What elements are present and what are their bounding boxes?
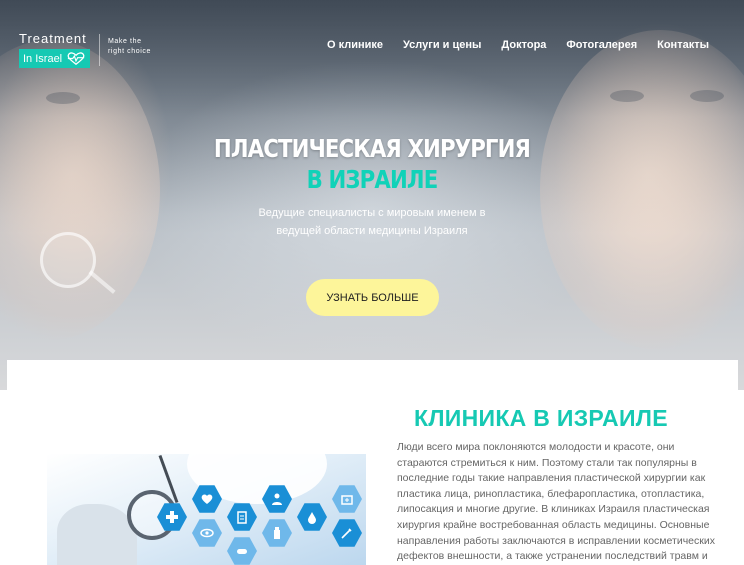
clinic-section-text: Люди всего мира поклоняются молодости и …: [397, 441, 715, 563]
nav-item-contacts[interactable]: Контакты: [657, 39, 709, 51]
hero-overlay: [0, 0, 744, 390]
logo-divider: [99, 34, 100, 66]
bottle-hex-icon: [262, 519, 292, 547]
nav-item-about[interactable]: О клинике: [327, 39, 383, 51]
kit-hex-icon: [332, 485, 362, 513]
site-logo[interactable]: Treatment In Israel Make the right choic…: [19, 31, 150, 68]
clipboard-hex-icon: [227, 503, 257, 531]
logo-top-text: Treatment: [19, 31, 87, 46]
hero-title: ПЛАСТИЧЕСКАЯ ХИРУРГИЯ: [213, 134, 531, 163]
syringe-hex-icon: [332, 519, 362, 547]
medicine-hex-icon: [227, 537, 257, 565]
hero-title-accent: В ИЗРАИЛЕ: [306, 165, 439, 194]
hero-subtitle: Ведущие специалисты с мировым именем в в…: [258, 207, 486, 237]
logo-tagline: Make the right choice: [108, 38, 151, 55]
heart-pulse-icon: [67, 52, 85, 65]
logo-badge: In Israel: [19, 49, 91, 68]
main-nav: О клинике Услуги и цены Доктора Фотогале…: [327, 39, 709, 51]
medical-illustration: [47, 454, 366, 565]
drops-hex-icon: [297, 503, 327, 531]
eye-hex-icon: [192, 519, 222, 547]
hero-banner: [0, 0, 744, 390]
clinic-section-title: КЛИНИКА В ИЗРАИЛЕ: [414, 405, 668, 431]
nav-item-doctors[interactable]: Доктора: [501, 39, 546, 51]
nav-item-services[interactable]: Услуги и цены: [403, 39, 481, 51]
hand-shape: [57, 504, 137, 565]
logo-badge-text: In Israel: [23, 52, 63, 65]
learn-more-button[interactable]: УЗНАТЬ БОЛЬШЕ: [306, 279, 439, 316]
nav-item-gallery[interactable]: Фотогалерея: [566, 39, 637, 51]
